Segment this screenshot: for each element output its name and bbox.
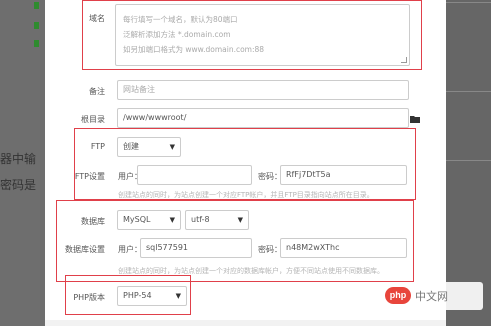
db-user-value: sql577591 <box>146 243 189 252</box>
dialog-footer <box>45 320 446 326</box>
caret-down-icon: ▼ <box>169 143 175 151</box>
folder-icon[interactable] <box>410 115 421 123</box>
root-dir-input[interactable]: /www/wwwroot/ <box>117 108 409 128</box>
db-user-input[interactable]: sql577591 <box>140 238 252 258</box>
caret-down-icon: ▼ <box>175 292 181 300</box>
database-settings-label: 数据库设置 <box>65 245 105 254</box>
domain-placeholder-line: 每行填写一个域名，默认为80端口 <box>123 15 238 24</box>
domain-label: 域名 <box>89 14 105 23</box>
watermark-text: 中文网 <box>415 291 448 303</box>
ftp-label: FTP <box>90 142 105 151</box>
database-label: 数据库 <box>81 217 105 226</box>
watermark: php 中文网 <box>383 282 483 310</box>
php-version-value: PHP-54 <box>123 291 152 300</box>
background-page-right <box>446 0 491 326</box>
caret-down-icon: ▼ <box>237 216 243 224</box>
remark-input[interactable]: 网站备注 <box>117 80 409 100</box>
database-charset-value: utf-8 <box>191 215 210 224</box>
database-type-value: MySQL <box>123 215 151 224</box>
ftp-password-input[interactable]: RfFj7DtT5a <box>280 165 407 185</box>
php-version-label: PHP版本 <box>73 293 105 302</box>
domain-textarea[interactable]: 每行填写一个域名，默认为80端口 泛解析添加方法 *.domain.com 如另… <box>115 4 410 66</box>
ftp-user-input[interactable] <box>137 165 252 185</box>
ftp-settings-label: FTP设置 <box>74 172 105 181</box>
add-site-dialog: 域名 每行填写一个域名，默认为80端口 泛解析添加方法 *.domain.com… <box>45 0 446 326</box>
db-password-label: 密码： <box>258 245 282 254</box>
background-text: 密码是 <box>0 178 37 192</box>
resize-handle[interactable] <box>401 57 407 63</box>
background-text: 器中输 <box>0 152 37 166</box>
db-password-input[interactable]: n48M2wXThc <box>280 238 407 258</box>
ftp-password-label: 密码： <box>258 172 282 181</box>
ftp-select[interactable]: 创建 ▼ <box>117 137 181 157</box>
domain-placeholder-line: 如另加端口格式为 www.domain.com:88 <box>123 45 265 54</box>
background-green-marker <box>34 22 39 29</box>
database-charset-select[interactable]: utf-8 ▼ <box>185 210 249 230</box>
domain-placeholder-line: 泛解析添加方法 *.domain.com <box>123 30 231 39</box>
ftp-hint: 创建站点的同时，为站点创建一个对应FTP帐户，并且FTP目录指向站点所在目录。 <box>118 191 374 199</box>
ftp-password-value: RfFj7DtT5a <box>286 170 331 179</box>
background-green-marker <box>34 40 39 47</box>
ftp-select-value: 创建 <box>123 142 139 151</box>
db-password-value: n48M2wXThc <box>286 243 340 252</box>
db-user-label: 用户： <box>118 245 142 254</box>
background-page-left: 器中输 密码是 <box>0 0 45 326</box>
php-logo: php <box>385 287 411 304</box>
root-dir-value: /www/wwwroot/ <box>123 113 187 122</box>
root-dir-label: 根目录 <box>81 115 105 124</box>
background-green-marker <box>34 2 39 9</box>
remark-placeholder: 网站备注 <box>123 85 155 94</box>
remark-label: 备注 <box>89 87 105 96</box>
database-type-select[interactable]: MySQL ▼ <box>117 210 181 230</box>
caret-down-icon: ▼ <box>169 216 175 224</box>
php-version-select[interactable]: PHP-54 ▼ <box>117 286 187 306</box>
